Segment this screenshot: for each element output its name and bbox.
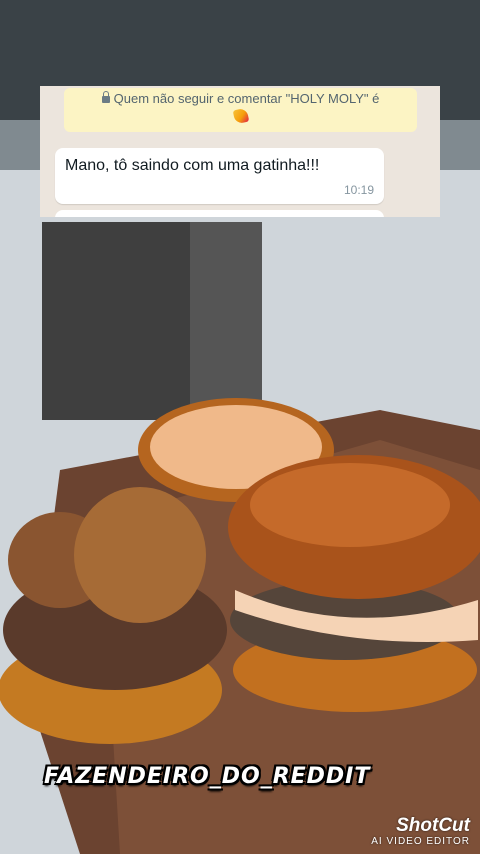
system-message: Quem não seguir e comentar "HOLY MOLY" é (64, 88, 417, 132)
editor-logo-name: ShotCut (396, 815, 470, 836)
party-popper-icon (232, 107, 249, 125)
system-message-text: Quem não seguir e comentar "HOLY MOLY" é (113, 91, 380, 106)
next-message-bubble (55, 210, 384, 217)
editor-logo-subtitle: AI VIDEO EDITOR (371, 836, 470, 847)
lock-icon (101, 91, 110, 103)
channel-watermark: FAZENDEIRO_DO_REDDIT (44, 764, 371, 789)
chat-screenshot-panel: Quem não seguir e comentar "HOLY MOLY" é… (40, 86, 440, 217)
message-bubble[interactable]: Mano, tô saindo com uma gatinha!!! 10:19 (55, 148, 384, 204)
editor-logo: ShotCut AI VIDEO EDITOR (371, 816, 470, 848)
message-time: 10:19 (343, 183, 374, 197)
message-text: Mano, tô saindo com uma gatinha!!! (65, 157, 320, 174)
